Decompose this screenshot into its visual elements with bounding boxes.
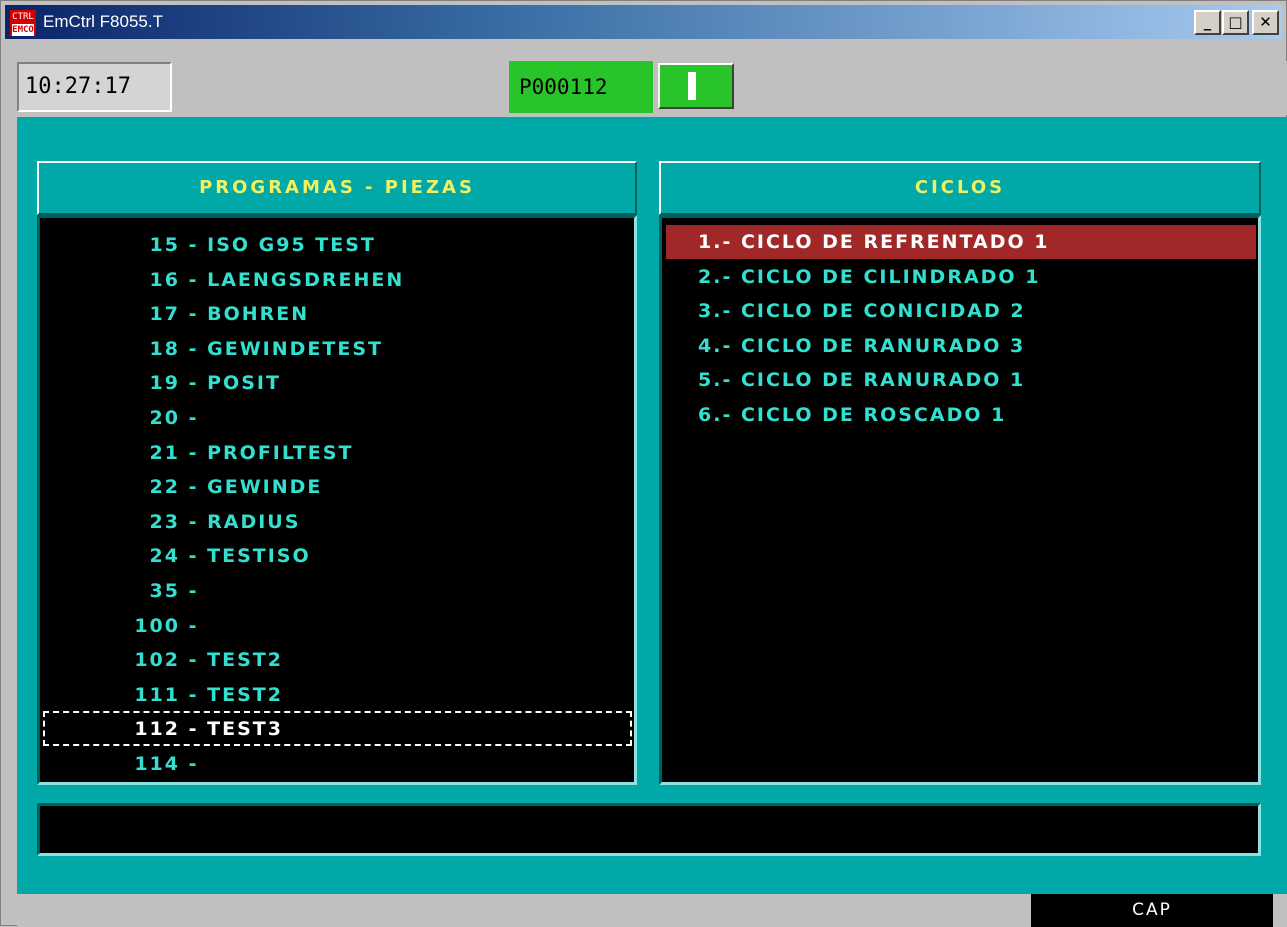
program-number: 15: [149, 234, 180, 256]
program-list-item[interactable]: 23 - RADIUS: [100, 505, 300, 539]
program-separator: -: [180, 407, 208, 429]
programs-header: PROGRAMAS - PIEZAS: [37, 161, 637, 215]
program-list-item[interactable]: 19 - POSIT: [100, 366, 281, 400]
program-name: TEST3: [207, 718, 283, 741]
program-separator: -: [180, 372, 208, 395]
program-number: 35: [149, 580, 180, 602]
programs-list[interactable]: 15 - ISO G95 TEST 16 - LAENGSDREHEN 17 - B…: [37, 215, 637, 785]
program-name: GEWINDETEST: [207, 337, 383, 360]
program-number: 111: [134, 683, 180, 706]
program-number: 18: [149, 337, 180, 360]
program-list-item[interactable]: 35 -: [100, 574, 207, 608]
cycle-list-item[interactable]: 5.- CICLO DE RANURADO 1: [666, 363, 1256, 397]
program-name: PROFILTEST: [207, 441, 354, 464]
caps-lock-indicator: CAP: [1031, 894, 1273, 927]
program-name: LAENGSDREHEN: [207, 268, 405, 291]
program-number: 21: [149, 441, 180, 464]
program-list-item[interactable]: 100 -: [100, 609, 207, 643]
program-separator: -: [180, 337, 208, 360]
program-name: ISO G95 TEST: [207, 234, 376, 256]
program-number: 16: [149, 268, 180, 291]
close-button[interactable]: ✕: [1252, 10, 1279, 35]
program-list-item[interactable]: 20 -: [100, 401, 207, 435]
cycles-header: CICLOS: [659, 161, 1261, 215]
program-list-item[interactable]: 15 - ISO G95 TEST: [100, 228, 376, 262]
program-name: RADIUS: [207, 510, 301, 533]
program-number: 102: [134, 649, 180, 672]
program-number: 17: [149, 303, 180, 326]
app-window: CTRL EMCO EmCtrl F8055.T _ □ ✕ 10:27:17 …: [0, 0, 1287, 927]
program-list-item[interactable]: 24 - TESTISO: [100, 539, 311, 573]
program-number: 19: [149, 372, 180, 395]
machine-status-indicator: [658, 63, 734, 109]
program-separator: -: [180, 268, 208, 291]
cycles-list[interactable]: 1.- CICLO DE REFRENTADO 1 2.- CICLO DE CI…: [659, 215, 1261, 785]
program-separator: -: [180, 683, 208, 706]
program-list-item[interactable]: 22 - GEWINDE: [100, 470, 322, 504]
program-name: TEST2: [207, 649, 283, 672]
active-program-display: P000112: [509, 61, 653, 113]
status-bar-icon: [688, 72, 696, 100]
program-list-item[interactable]: 21 - PROFILTEST: [100, 436, 353, 470]
program-number: 100: [134, 614, 180, 637]
cycle-list-item[interactable]: 6.- CICLO DE ROSCADO 1: [666, 398, 1256, 432]
top-status-bar: 10:27:17 P000112: [17, 61, 1287, 115]
program-name: GEWINDE: [207, 476, 323, 499]
maximize-button[interactable]: □: [1222, 10, 1249, 35]
app-icon[interactable]: CTRL EMCO: [10, 10, 36, 36]
program-separator: -: [180, 476, 208, 499]
program-separator: -: [180, 234, 208, 256]
program-name: TEST2: [207, 683, 283, 706]
program-number: 22: [149, 476, 180, 499]
program-separator: -: [180, 545, 208, 568]
program-separator: -: [180, 753, 208, 775]
app-icon-top-text: CTRL: [12, 12, 34, 22]
program-list-item[interactable]: 17 - BOHREN: [100, 297, 309, 331]
program-name: TESTISO: [207, 545, 311, 568]
title-bar[interactable]: CTRL EMCO EmCtrl F8055.T _ □ ✕: [5, 5, 1282, 39]
program-number: 112: [134, 718, 180, 741]
program-separator: -: [180, 303, 208, 326]
app-icon-bottom-text: EMCO: [12, 24, 34, 36]
program-separator: -: [180, 649, 208, 672]
cycle-list-item[interactable]: 2.- CICLO DE CILINDRADO 1: [666, 260, 1256, 294]
program-name: BOHREN: [207, 303, 310, 326]
window-title: EmCtrl F8055.T: [43, 12, 163, 31]
program-number: 23: [149, 510, 180, 533]
cycle-list-item[interactable]: 4.- CICLO DE RANURADO 3: [666, 329, 1256, 363]
program-number: 114: [134, 753, 180, 775]
program-number: 24: [149, 545, 180, 568]
program-list-item[interactable]: 112 - TEST3: [100, 712, 283, 746]
program-name: POSIT: [207, 372, 281, 395]
program-separator: -: [180, 510, 208, 533]
program-list-item[interactable]: 114 -: [100, 747, 207, 781]
minimize-button[interactable]: _: [1194, 10, 1221, 35]
cycle-list-item[interactable]: 1.- CICLO DE REFRENTADO 1: [666, 225, 1256, 259]
main-area: PROGRAMAS - PIEZAS 15 - ISO G95 TEST 16 -…: [17, 117, 1287, 894]
program-separator: -: [180, 441, 208, 464]
clock-display: 10:27:17: [17, 62, 172, 112]
program-separator: -: [180, 718, 208, 741]
program-list-item[interactable]: 18 - GEWINDETEST: [100, 332, 383, 366]
program-list-item[interactable]: 16 - LAENGSDREHEN: [100, 263, 404, 297]
program-separator: -: [180, 614, 208, 637]
program-separator: -: [180, 580, 208, 602]
cycle-list-item[interactable]: 3.- CICLO DE CONICIDAD 2: [666, 294, 1256, 328]
program-number: 20: [149, 407, 180, 429]
program-list-item[interactable]: 111 - TEST2: [100, 678, 283, 712]
message-bar: [37, 803, 1261, 856]
program-list-item[interactable]: 102 - TEST2: [100, 643, 283, 677]
bottom-status-bar: CAP: [17, 894, 1287, 927]
